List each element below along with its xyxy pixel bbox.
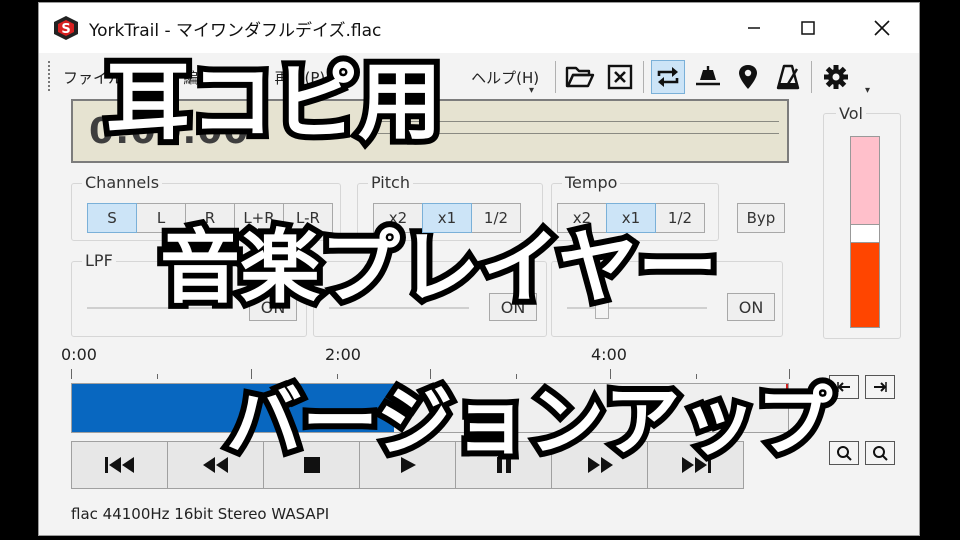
ruler-major-tick — [71, 369, 72, 379]
menu-grip — [48, 61, 52, 91]
open-file-button[interactable] — [563, 60, 597, 94]
toolbar-overflow-icon[interactable]: ▾ — [865, 85, 870, 96]
close-file-icon — [607, 64, 633, 90]
volume-meter-fill — [851, 241, 879, 327]
volume-slider[interactable] — [850, 136, 880, 328]
toolbar-separator — [811, 61, 812, 93]
maximize-button[interactable] — [785, 11, 831, 45]
tick-label-2: 2:00 — [325, 345, 361, 364]
arrow-left-icon — [837, 382, 850, 392]
tempo-x1-button[interactable]: x1 — [606, 203, 656, 233]
menu-overflow-icon[interactable]: ▾ — [529, 85, 534, 96]
status-bar: flac 44100Hz 16bit Stereo WASAPI — [71, 505, 330, 523]
overlay-caption-3: バージョンアップ — [220, 377, 838, 466]
overlay-caption-1: 耳コピ用 — [100, 53, 448, 151]
pitch-x1-button[interactable]: x1 — [422, 203, 472, 233]
volume-meter-upper — [851, 137, 879, 225]
channel-s-button[interactable]: S — [87, 203, 137, 233]
overlay-caption-2: 音楽プレイヤー — [154, 221, 724, 314]
app-logo-icon: S — [54, 16, 78, 40]
minimize-icon — [748, 27, 760, 29]
skip-back-button[interactable] — [71, 441, 168, 489]
metronome-icon — [776, 64, 800, 90]
marker-button[interactable] — [731, 60, 765, 94]
minimize-button[interactable] — [731, 11, 777, 45]
svg-text:S: S — [61, 22, 70, 37]
marker-next-button[interactable] — [865, 375, 895, 399]
eject-button[interactable] — [691, 60, 725, 94]
loop-icon — [657, 67, 679, 87]
tick-label-4: 4:00 — [591, 345, 627, 364]
close-button[interactable] — [859, 11, 905, 45]
close-icon — [874, 20, 890, 36]
channels-label: Channels — [82, 173, 163, 192]
marker-icon — [739, 65, 757, 89]
tick-label-0: 0:00 — [61, 345, 97, 364]
close-file-button[interactable] — [603, 60, 637, 94]
metronome-button[interactable] — [771, 60, 805, 94]
lpf-label: LPF — [82, 251, 116, 270]
tempo-label: Tempo — [562, 173, 621, 192]
maximize-icon — [801, 21, 815, 35]
volume-label: Vol — [836, 104, 866, 123]
zoom-out-button[interactable] — [829, 441, 859, 465]
volume-group: Vol — [823, 104, 901, 339]
toolbar-separator — [643, 61, 644, 93]
bypass-button[interactable]: Byp — [737, 203, 785, 233]
pitch-label: Pitch — [368, 173, 413, 192]
title-bar: S YorkTrail - マイワンダフルデイズ.flac — [39, 3, 919, 53]
eject-icon — [696, 66, 720, 86]
ruler-minor-tick — [157, 374, 159, 379]
zoom-icon — [873, 446, 888, 461]
marker-prev-button[interactable] — [829, 375, 859, 399]
gear-icon — [824, 65, 848, 89]
settings-button[interactable] — [819, 60, 853, 94]
toolbar-separator — [555, 61, 556, 93]
zoom-in-button[interactable] — [865, 441, 895, 465]
folder-open-icon — [565, 66, 595, 88]
window-title: YorkTrail - マイワンダフルデイズ.flac — [89, 21, 382, 41]
arrow-right-icon — [874, 382, 887, 392]
bpf-on-button[interactable]: ON — [727, 293, 775, 321]
zoom-icon — [837, 446, 852, 461]
skip-back-icon — [104, 457, 134, 473]
loop-button[interactable] — [651, 60, 685, 94]
